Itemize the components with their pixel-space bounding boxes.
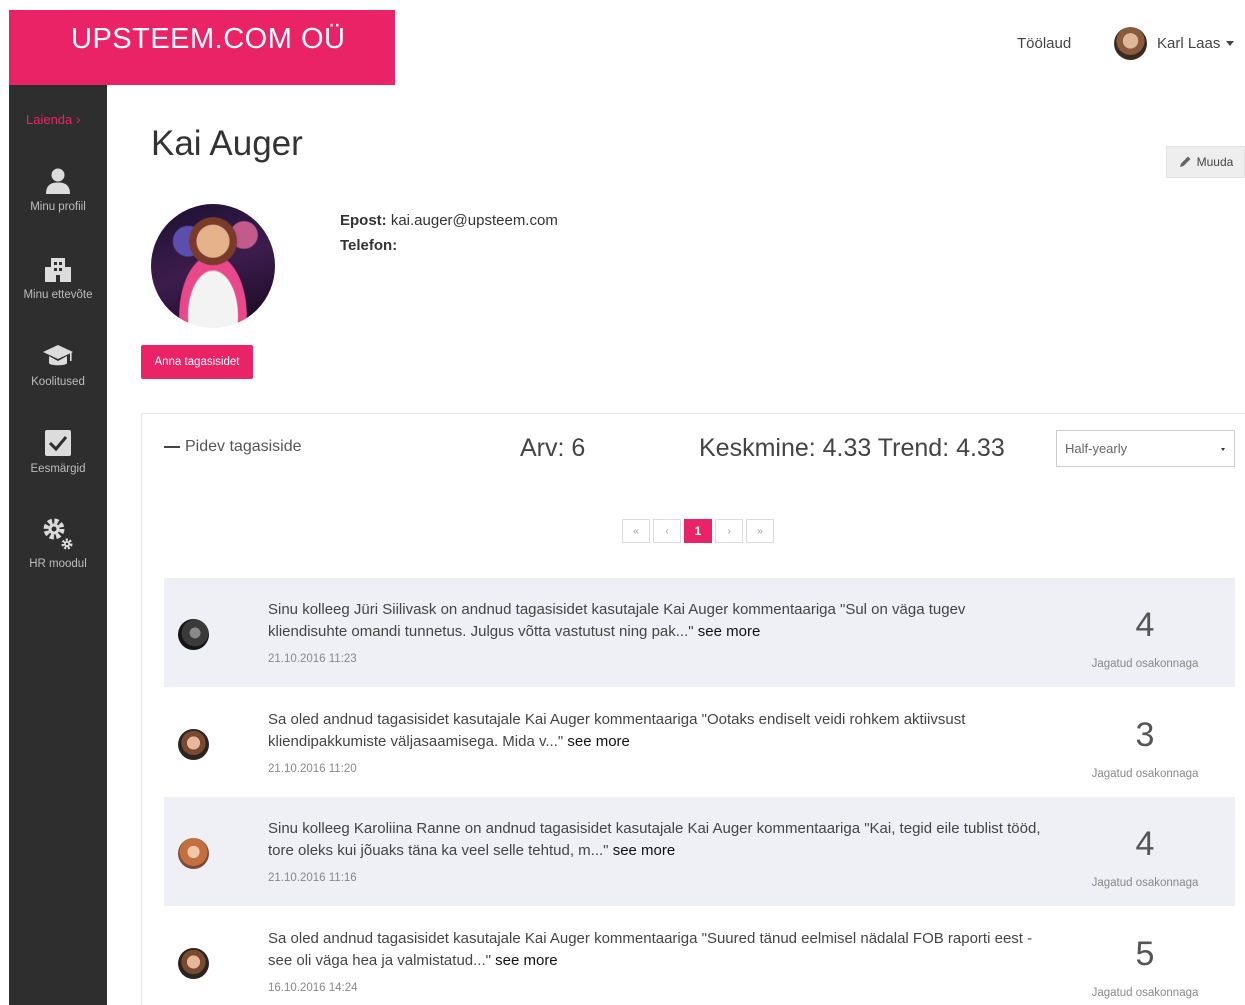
email-value: kai.auger@upsteem.com bbox=[390, 212, 558, 229]
feedback-panel-toggle[interactable]: Pidev tagasiside bbox=[164, 438, 302, 456]
user-avatar bbox=[1114, 27, 1147, 60]
expand-label: Laienda bbox=[26, 112, 73, 127]
building-icon bbox=[45, 258, 71, 282]
sidebar-item-label: Eesmärgid bbox=[30, 463, 86, 475]
email-row: Epost: kai.auger@upsteem.com bbox=[340, 208, 558, 233]
period-select[interactable]: Half-yearly bbox=[1056, 430, 1235, 467]
avatar bbox=[178, 619, 209, 650]
sidebar-item-label: Minu profiil bbox=[30, 201, 86, 213]
feedback-score: 3 bbox=[1135, 716, 1155, 754]
page-title: Kai Auger bbox=[151, 124, 303, 163]
sidebar-item-company[interactable]: Minu ettevõte bbox=[9, 255, 107, 301]
sidebar-item-label: HR moodul bbox=[29, 558, 87, 570]
avatar bbox=[178, 948, 209, 979]
feedback-text: Sinu kolleeg Jüri Siilivask on andnud ta… bbox=[268, 599, 1048, 643]
period-value: Half-yearly bbox=[1065, 441, 1128, 456]
see-more-link[interactable]: see more bbox=[495, 952, 558, 969]
list-item[interactable]: Sinu kolleeg Jüri Siilivask on andnud ta… bbox=[164, 578, 1235, 687]
brand-logo[interactable]: UPSTEEM.COM OÜ bbox=[9, 10, 395, 85]
sidebar-item-label: Minu ettevõte bbox=[23, 289, 93, 301]
feedback-date: 21.10.2016 11:16 bbox=[268, 872, 357, 884]
feedback-score: 4 bbox=[1135, 825, 1155, 863]
pagination: « ‹ 1 › » bbox=[622, 519, 774, 543]
user-name: Karl Laas bbox=[1157, 35, 1221, 52]
edit-button[interactable]: Muuda bbox=[1166, 146, 1245, 178]
see-more-link[interactable]: see more bbox=[567, 733, 630, 750]
see-more-link[interactable]: see more bbox=[613, 842, 676, 859]
feedback-score: 4 bbox=[1135, 606, 1155, 644]
shared-status: Jagatud osakonnaga bbox=[1091, 768, 1199, 780]
sidebar-item-goals[interactable]: Eesmärgid bbox=[9, 429, 107, 475]
feedback-comment: Sa oled andnud tagasisidet kasutajale Ka… bbox=[268, 930, 1033, 969]
gears-icon bbox=[43, 518, 73, 550]
sidebar: Laienda › Minu profiil Minu ettevõte Koo… bbox=[9, 85, 107, 1005]
feedback-text: Sa oled andnud tagasisidet kasutajale Ka… bbox=[268, 928, 1048, 972]
list-item[interactable]: Sa oled andnud tagasisidet kasutajale Ka… bbox=[164, 688, 1235, 797]
contact-info: Epost: kai.auger@upsteem.com Telefon: bbox=[340, 208, 558, 258]
sidebar-item-label: Koolitused bbox=[31, 376, 85, 388]
list-item[interactable]: Sinu kolleeg Karoliina Ranne on andnud t… bbox=[164, 797, 1235, 906]
phone-row: Telefon: bbox=[340, 233, 558, 258]
dashboard-link[interactable]: Töölaud bbox=[1017, 35, 1071, 52]
sidebar-item-trainings[interactable]: Koolitused bbox=[9, 342, 107, 388]
feedback-date: 16.10.2016 14:24 bbox=[268, 982, 358, 994]
graduation-cap-icon bbox=[43, 345, 73, 366]
sidebar-item-hr[interactable]: HR moodul bbox=[9, 516, 107, 570]
give-feedback-button[interactable]: Anna tagasisidet bbox=[141, 345, 253, 379]
collapse-icon bbox=[164, 446, 180, 448]
page-current-button[interactable]: 1 bbox=[684, 519, 712, 543]
feedback-stats: Keskmine: 4.33 Trend: 4.33 bbox=[699, 434, 1005, 462]
feedback-count: Arv: 6 bbox=[520, 434, 586, 462]
sidebar-expand-link[interactable]: Laienda › bbox=[26, 111, 81, 127]
page-prev-button[interactable]: ‹ bbox=[653, 519, 681, 543]
pencil-icon bbox=[1179, 156, 1191, 167]
checkbox-icon bbox=[45, 430, 71, 456]
profile-photo bbox=[151, 204, 275, 328]
avatar bbox=[178, 838, 209, 869]
user-menu[interactable]: Karl Laas bbox=[1114, 27, 1235, 60]
feedback-text: Sa oled andnud tagasisidet kasutajale Ka… bbox=[268, 709, 1048, 753]
chevron-right-icon: › bbox=[75, 111, 81, 127]
list-item[interactable]: Sa oled andnud tagasisidet kasutajale Ka… bbox=[164, 907, 1235, 1005]
feedback-date: 21.10.2016 11:20 bbox=[268, 763, 357, 775]
page-next-button[interactable]: › bbox=[715, 519, 743, 543]
shared-status: Jagatud osakonnaga bbox=[1091, 658, 1199, 670]
feedback-panel-title: Pidev tagasiside bbox=[185, 438, 302, 455]
shared-status: Jagatud osakonnaga bbox=[1091, 877, 1199, 889]
sidebar-item-profile[interactable]: Minu profiil bbox=[9, 167, 107, 213]
feedback-comment: Sinu kolleeg Jüri Siilivask on andnud ta… bbox=[268, 601, 966, 640]
caret-down-icon bbox=[1221, 448, 1225, 451]
email-label: Epost: bbox=[340, 212, 387, 229]
feedback-date: 21.10.2016 11:23 bbox=[268, 653, 357, 665]
edit-label: Muuda bbox=[1196, 155, 1234, 169]
caret-down-icon bbox=[1226, 41, 1235, 46]
page-last-button[interactable]: » bbox=[746, 519, 774, 543]
avatar bbox=[178, 729, 209, 760]
feedback-text: Sinu kolleeg Karoliina Ranne on andnud t… bbox=[268, 818, 1048, 862]
user-icon bbox=[46, 168, 70, 194]
see-more-link[interactable]: see more bbox=[698, 623, 761, 640]
feedback-score: 5 bbox=[1135, 935, 1155, 973]
phone-label: Telefon: bbox=[340, 237, 398, 254]
shared-status: Jagatud osakonnaga bbox=[1091, 987, 1199, 999]
page-first-button[interactable]: « bbox=[622, 519, 650, 543]
